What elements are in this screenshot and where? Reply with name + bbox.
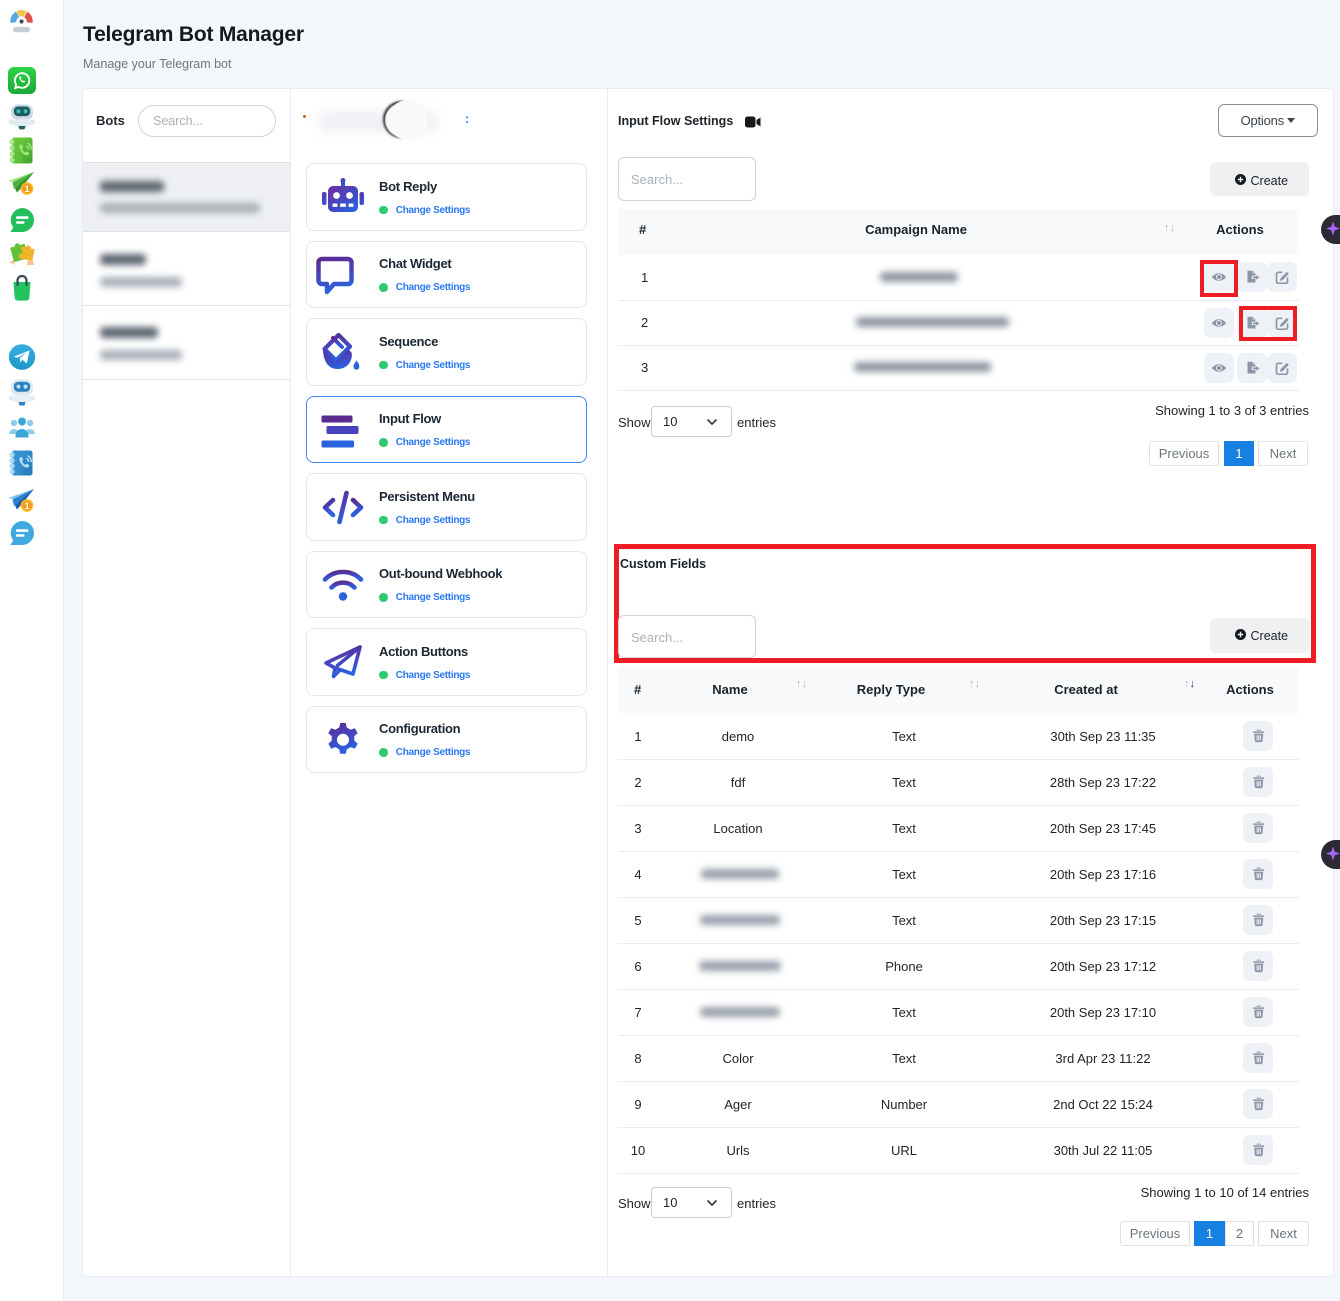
svg-text:1: 1 [24, 501, 29, 511]
svg-text:1: 1 [24, 184, 29, 194]
